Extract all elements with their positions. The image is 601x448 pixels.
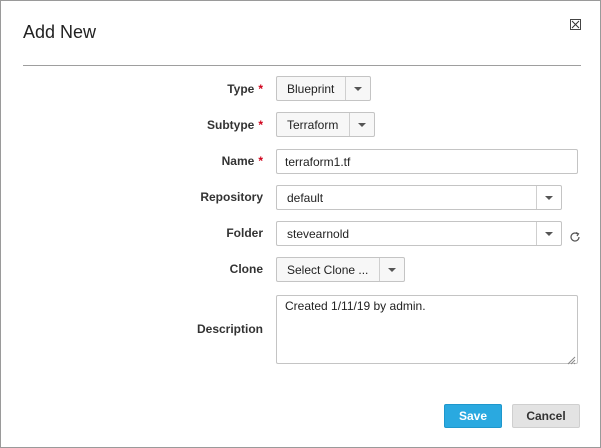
- folder-dropdown[interactable]: stevearnold: [276, 221, 562, 246]
- name-label-text: Name: [221, 154, 255, 168]
- chevron-down-icon: [379, 258, 404, 281]
- folder-value: stevearnold: [287, 227, 350, 241]
- type-label-text: Type: [227, 82, 255, 96]
- name-label: Name *: [13, 154, 263, 168]
- subtype-label-text: Subtype: [206, 118, 255, 132]
- subtype-value: Terraform: [287, 118, 339, 132]
- chevron-down-icon: [345, 77, 370, 100]
- repository-label: Repository: [13, 190, 263, 204]
- type-value: Blueprint: [287, 82, 335, 96]
- name-input[interactable]: [276, 149, 578, 174]
- clone-dropdown[interactable]: Select Clone ...: [276, 257, 405, 282]
- cancel-button[interactable]: Cancel: [512, 404, 580, 428]
- repository-label-text: Repository: [200, 190, 263, 204]
- chevron-down-icon: [536, 186, 561, 209]
- close-icon[interactable]: [570, 19, 581, 30]
- folder-label: Folder: [13, 226, 263, 240]
- clone-value: Select Clone ...: [287, 263, 369, 277]
- description-textarea[interactable]: Created 1/11/19 by admin.: [276, 295, 578, 364]
- required-mark: *: [258, 82, 263, 96]
- title-divider: [23, 65, 581, 66]
- refresh-icon[interactable]: [569, 230, 581, 242]
- description-label-text: Description: [196, 322, 263, 336]
- clone-label-text: Clone: [229, 262, 263, 276]
- required-mark: *: [258, 154, 263, 168]
- chevron-down-icon: [349, 113, 374, 136]
- add-new-dialog: Add New Type * Blueprint Subtype * Terrafo…: [0, 0, 601, 448]
- type-dropdown[interactable]: Blueprint: [276, 76, 371, 101]
- subtype-label: Subtype *: [13, 118, 263, 132]
- repository-value: default: [287, 191, 324, 205]
- dialog-title: Add New: [23, 22, 97, 42]
- save-button[interactable]: Save: [444, 404, 502, 428]
- type-label: Type *: [13, 82, 263, 96]
- chevron-down-icon: [536, 222, 561, 245]
- clone-label: Clone: [13, 262, 263, 276]
- folder-label-text: Folder: [226, 226, 263, 240]
- required-mark: *: [258, 118, 263, 132]
- resize-grip-icon[interactable]: [566, 352, 576, 365]
- subtype-dropdown[interactable]: Terraform: [276, 112, 375, 137]
- description-label: Description: [13, 322, 263, 336]
- repository-dropdown[interactable]: default: [276, 185, 562, 210]
